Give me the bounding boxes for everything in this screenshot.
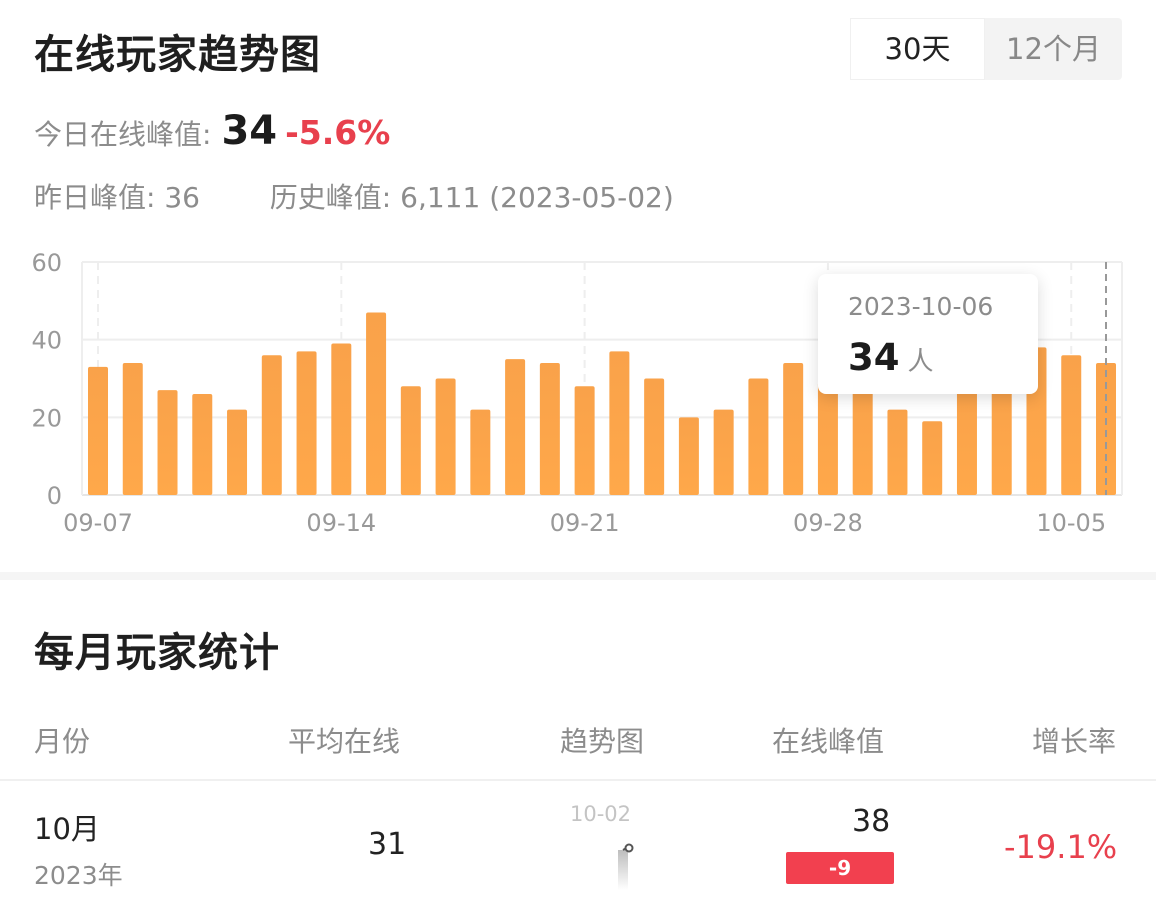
bar-09-30 [887, 409, 908, 495]
monthly-stats-title: 每月玩家统计 [34, 630, 280, 676]
column-header-avg-online: 平均在线 [288, 725, 401, 758]
bar-09-22 [609, 351, 630, 495]
bar-09-12 [261, 355, 282, 495]
tooltip-value-row: 34 人 [848, 336, 934, 379]
today-peak-change: -5.6% [285, 113, 391, 152]
column-header-peak: 在线峰值 [772, 725, 885, 758]
table-header-divider [0, 779, 1156, 781]
range-30-days-button[interactable]: 30天 [850, 18, 985, 80]
y-tick-label-40: 40 [31, 327, 62, 355]
tooltip-date: 2023-10-06 [848, 292, 994, 321]
bar-09-21 [574, 386, 595, 495]
bar-09-18 [470, 409, 491, 495]
today-peak-label: 今日在线峰值: [34, 118, 212, 151]
tooltip-unit: 人 [907, 347, 934, 377]
today-peak-row: 今日在线峰值: 34 -5.6% [34, 108, 390, 164]
history-peak-label: 历史峰值: [269, 181, 392, 214]
bar-09-29 [852, 386, 873, 495]
bar-09-08 [122, 362, 143, 495]
row-year: 2023年 [34, 861, 123, 890]
tooltip-value: 34 [848, 336, 900, 379]
bar-09-20 [539, 362, 560, 495]
yesterday-peak-label: 昨日峰值: [34, 181, 156, 214]
row-growth-rate: -19.1% [1004, 828, 1118, 866]
bar-10-02 [956, 386, 977, 495]
page-title: 在线玩家趋势图 [34, 32, 321, 78]
row-peak-diff-badge: -9 [786, 852, 894, 884]
sparkline-graphic [618, 843, 634, 890]
bar-09-09 [157, 390, 178, 495]
bar-09-07 [88, 366, 108, 495]
bar-09-10 [192, 394, 213, 495]
bar-09-24 [678, 417, 699, 495]
x-tick-label-09-21: 09-21 [550, 509, 620, 537]
bar-09-13 [296, 351, 317, 495]
bar-09-23 [644, 378, 665, 495]
bar-10-01 [922, 421, 943, 495]
range-12-months-button[interactable]: 12个月 [985, 18, 1122, 80]
x-tick-label-09-28: 09-28 [793, 509, 863, 537]
bar-10-05 [1061, 355, 1082, 495]
peak-summary-row: 昨日峰值: 36 历史峰值: 6,111 (2023-05-02) [34, 176, 674, 216]
row-peak: 38 [852, 804, 891, 839]
bar-09-16 [400, 386, 421, 495]
x-tick-label-10-05: 10-05 [1036, 509, 1106, 537]
history-peak-value: 6,111 (2023-05-02) [400, 181, 674, 214]
bar-09-19 [505, 359, 526, 495]
y-tick-label-0: 0 [47, 482, 62, 510]
bar-09-27 [783, 362, 804, 495]
y-tick-label-60: 60 [31, 249, 62, 277]
bar-09-17 [435, 378, 456, 495]
bar-09-28 [817, 382, 838, 495]
today-peak-value: 34 [221, 108, 278, 154]
x-tick-label-09-07: 09-07 [63, 509, 133, 537]
bar-09-26 [748, 378, 769, 495]
row-month: 10月 [34, 812, 100, 846]
row-trend-sparkline[interactable]: 10-02 [560, 800, 650, 892]
section-divider [0, 572, 1156, 580]
column-header-month: 月份 [34, 725, 91, 758]
y-tick-label-20: 20 [31, 404, 62, 432]
bar-09-15 [366, 312, 387, 495]
column-header-growth: 增长率 [1032, 725, 1117, 758]
column-header-trend: 趋势图 [560, 725, 645, 758]
x-tick-label-09-14: 09-14 [306, 509, 376, 537]
chart-tooltip: 2023-10-06 34 人 [818, 274, 1038, 394]
bar-10-03 [991, 382, 1012, 495]
bar-09-14 [331, 343, 352, 495]
yesterday-peak-value: 36 [164, 181, 200, 214]
bar-09-11 [227, 409, 248, 495]
range-toggle: 30天 12个月 [850, 18, 1122, 80]
row-avg-online: 31 [368, 827, 407, 862]
bar-09-25 [713, 409, 734, 495]
